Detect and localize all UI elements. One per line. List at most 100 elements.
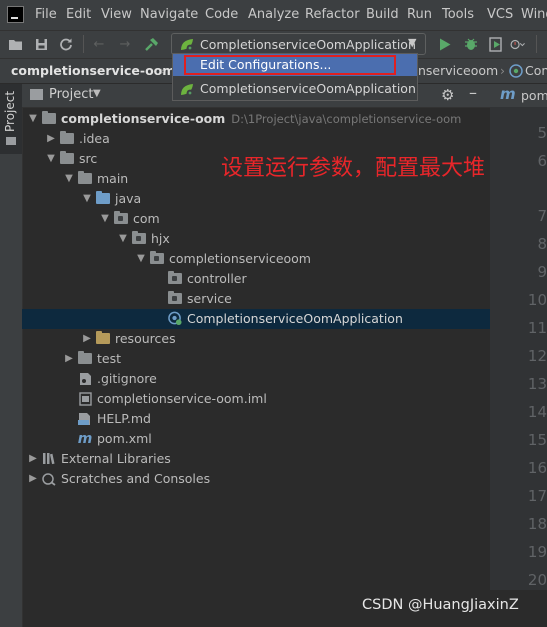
- run-config-selector[interactable]: CompletionserviceOomApplication ▼: [171, 33, 426, 55]
- hide-panel-icon[interactable]: –: [469, 83, 477, 102]
- library-icon: [42, 452, 56, 466]
- tree-row[interactable]: ▼ hjx: [22, 229, 490, 249]
- tree-row[interactable]: ▶ resources: [22, 329, 490, 349]
- build-hammer-icon[interactable]: [143, 36, 159, 52]
- menu-analyze[interactable]: Analyze: [248, 7, 299, 22]
- tree-row[interactable]: completionservice-oom.iml: [22, 389, 490, 409]
- run-icon[interactable]: [437, 36, 453, 52]
- tree-row[interactable]: ▼ completionservice-oom D:\1Project\java…: [22, 109, 490, 129]
- project-tool-tab[interactable]: Project: [0, 84, 22, 154]
- breadcrumb-project[interactable]: completionservice-oom: [11, 63, 175, 78]
- menu-navigate[interactable]: Navigate: [140, 7, 198, 22]
- maven-icon: m: [77, 430, 93, 447]
- iml-file-icon: [78, 391, 92, 406]
- run-config-option[interactable]: CompletionserviceOomApplication: [173, 78, 417, 100]
- tree-row[interactable]: ▶ External Libraries: [22, 449, 490, 469]
- chevron-down-icon[interactable]: ▼: [80, 193, 94, 204]
- run-with-coverage-icon[interactable]: [488, 36, 504, 52]
- tree-row[interactable]: m pom.xml: [22, 429, 490, 449]
- chevron-down-icon[interactable]: ▼: [134, 253, 148, 264]
- line-number: 19: [527, 543, 547, 561]
- folder-icon: [60, 131, 74, 144]
- edit-configurations-item[interactable]: Edit Configurations...: [173, 54, 417, 76]
- tree-row[interactable]: .gitignore: [22, 369, 490, 389]
- package-icon: [168, 271, 182, 284]
- project-tool-tab-label: Project: [3, 90, 17, 132]
- chevron-right-icon[interactable]: ▶: [26, 473, 40, 484]
- line-number: 7: [537, 207, 547, 225]
- folder-icon: [60, 151, 74, 164]
- tree-item-label: service: [187, 291, 232, 306]
- chevron-right-icon[interactable]: ▶: [80, 333, 94, 344]
- tree-row[interactable]: ▼ completionserviceoom: [22, 249, 490, 269]
- tree-item-label: test: [97, 351, 122, 366]
- menu-run[interactable]: Run: [407, 7, 432, 22]
- chevron-right-icon[interactable]: ▶: [44, 133, 58, 144]
- folder-icon: [78, 171, 92, 184]
- tree-row[interactable]: ▶ Scratches and Consoles: [22, 469, 490, 489]
- menu-tools[interactable]: Tools: [442, 7, 474, 22]
- tree-item-label: External Libraries: [61, 451, 171, 466]
- tree-row[interactable]: ▼ java: [22, 189, 490, 209]
- menu-code[interactable]: Code: [205, 7, 238, 22]
- breadcrumb-class[interactable]: Con: [525, 63, 547, 78]
- profiler-icon[interactable]: [510, 36, 526, 52]
- package-icon: [168, 291, 182, 304]
- chevron-down-icon[interactable]: ▼: [93, 88, 101, 99]
- editor-tab-pom[interactable]: pom: [521, 88, 547, 103]
- breadcrumb-package[interactable]: nserviceoom: [418, 63, 498, 78]
- package-icon: [114, 211, 128, 224]
- package-icon: [132, 231, 146, 244]
- chevron-right-icon[interactable]: ▶: [26, 453, 40, 464]
- menu-view[interactable]: View: [101, 7, 132, 22]
- tree-item-label: completionserviceoom: [169, 251, 311, 266]
- editor-gutter: 5 6 7 8 9 10 11 12 13 14 15 16 17 18 19 …: [490, 107, 547, 590]
- tree-row[interactable]: ▶ test: [22, 349, 490, 369]
- debug-bug-icon[interactable]: [463, 36, 479, 52]
- back-arrow-icon[interactable]: ←: [91, 36, 107, 52]
- menu-edit[interactable]: Edit: [66, 7, 91, 22]
- line-number: 8: [537, 235, 547, 253]
- chevron-right-icon[interactable]: ▶: [62, 353, 76, 364]
- menu-file[interactable]: File: [35, 7, 57, 22]
- tree-row[interactable]: ▶ .idea: [22, 129, 490, 149]
- breadcrumb-separator: ›: [500, 63, 505, 78]
- maven-icon: m: [500, 85, 516, 103]
- open-folder-icon[interactable]: [7, 36, 23, 52]
- chevron-down-icon[interactable]: ▼: [98, 213, 112, 224]
- tree-row[interactable]: service: [22, 289, 490, 309]
- menu-vcs[interactable]: VCS: [487, 7, 513, 22]
- tree-item-label: Scratches and Consoles: [61, 471, 211, 486]
- tree-row[interactable]: HELP.md: [22, 409, 490, 429]
- run-config-label: CompletionserviceOomApplication: [200, 37, 416, 52]
- chevron-down-icon[interactable]: ▼: [44, 153, 58, 164]
- package-icon: [150, 251, 164, 264]
- tree-row[interactable]: ▼ com: [22, 209, 490, 229]
- sync-icon[interactable]: [58, 36, 74, 52]
- tree-item-label: .idea: [79, 131, 110, 146]
- menu-refactor[interactable]: Refactor: [305, 7, 360, 22]
- menu-build[interactable]: Build: [366, 7, 399, 22]
- project-panel-title[interactable]: Project: [49, 87, 93, 102]
- forward-arrow-icon[interactable]: →: [117, 36, 133, 52]
- chevron-down-icon[interactable]: ▼: [116, 233, 130, 244]
- settings-gear-icon[interactable]: ⚙: [441, 86, 454, 104]
- line-number: 12: [527, 347, 547, 365]
- tree-row-selected[interactable]: CompletionserviceOomApplication: [22, 309, 490, 329]
- tree-item-label: completionservice-oom.iml: [97, 391, 267, 406]
- run-config-option-label: CompletionserviceOomApplication: [200, 81, 416, 96]
- toolbar-separator: [83, 35, 84, 53]
- chevron-down-icon[interactable]: ▼: [26, 113, 40, 124]
- chevron-down-icon[interactable]: ▼: [62, 173, 76, 184]
- module-folder-icon: [42, 111, 56, 124]
- tree-row[interactable]: controller: [22, 269, 490, 289]
- tree-item-label: java: [115, 191, 142, 206]
- folder-icon: [78, 351, 92, 364]
- menu-window[interactable]: Wind: [521, 7, 547, 22]
- folder-icon: [6, 137, 16, 145]
- save-icon[interactable]: [33, 36, 49, 52]
- line-number: 11: [527, 319, 547, 337]
- markdown-file-icon: [78, 412, 92, 426]
- toolbar-separator: [536, 35, 537, 53]
- line-number: 16: [527, 459, 547, 477]
